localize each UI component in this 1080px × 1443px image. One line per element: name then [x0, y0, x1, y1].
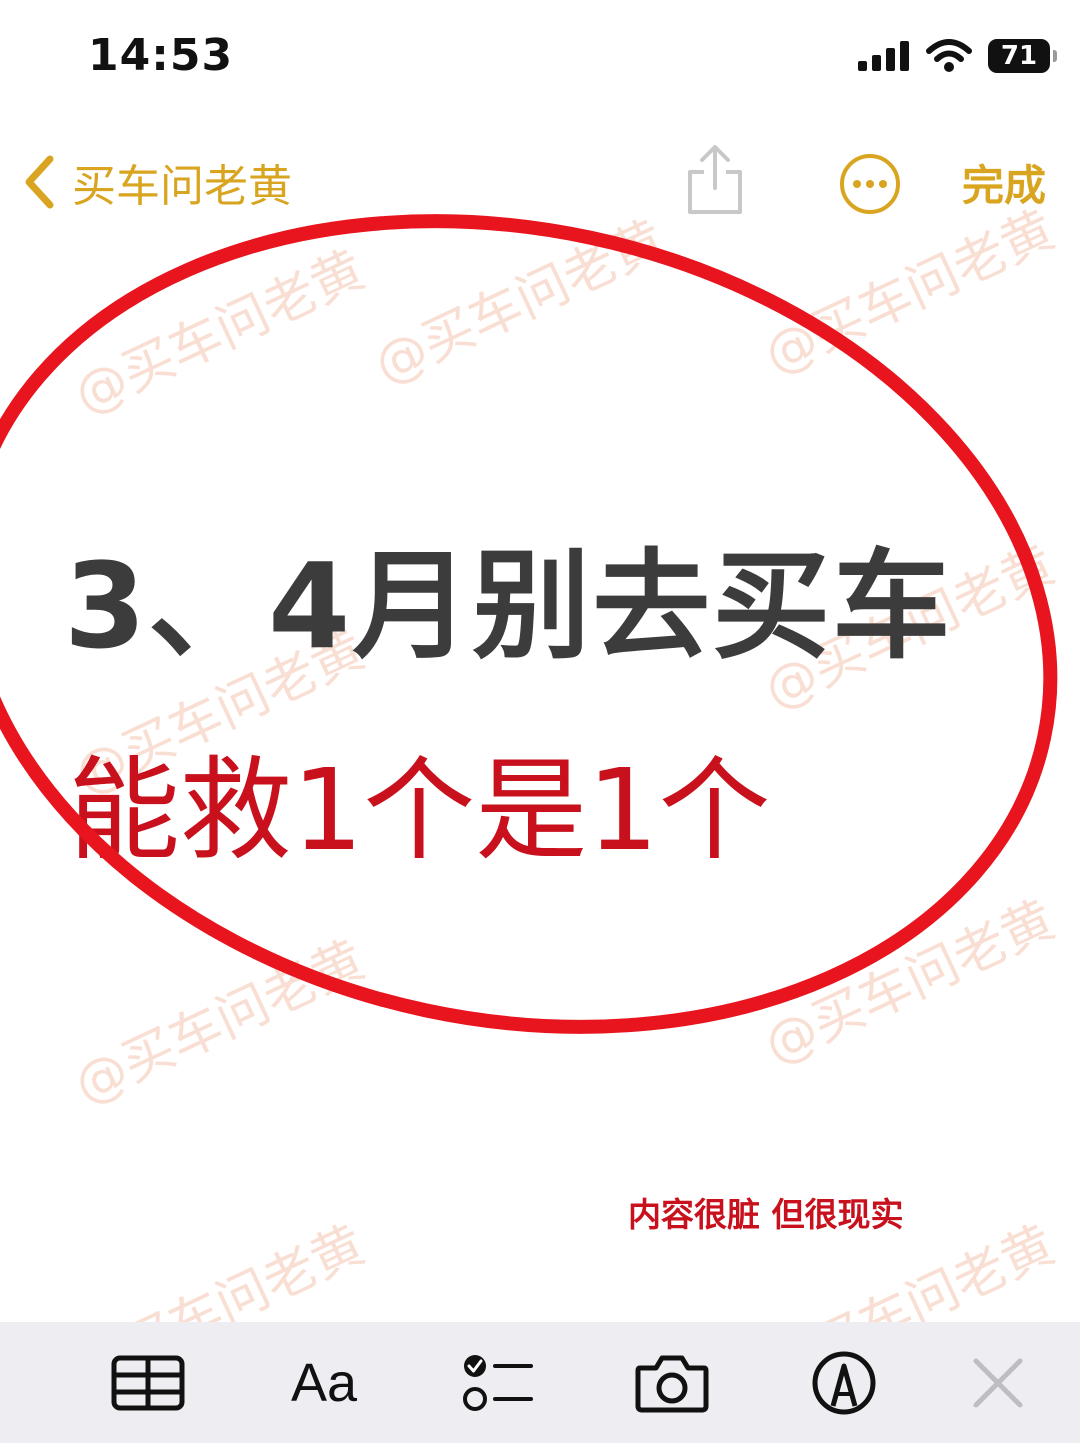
watermark: @买车问老黄	[755, 889, 1064, 1077]
watermark: @买车问老黄	[755, 199, 1064, 387]
status-icons: 71	[858, 36, 1057, 76]
note-caption: 内容很脏 但很现实	[628, 1195, 904, 1234]
watermark: @买车问老黄	[365, 209, 674, 397]
format-text-icon: Aa	[290, 1353, 358, 1413]
back-button[interactable]: 买车问老黄	[22, 150, 292, 214]
watermark: @买车问老黄	[65, 239, 374, 427]
markup-pen-icon	[812, 1351, 876, 1415]
checklist-icon	[463, 1355, 533, 1411]
close-toolbar-button[interactable]	[960, 1350, 1036, 1416]
markup-button[interactable]	[806, 1350, 882, 1416]
watermark: @买车问老黄	[65, 929, 374, 1117]
camera-button[interactable]	[634, 1350, 710, 1416]
battery-indicator: 71	[988, 39, 1057, 73]
notes-screen: @买车问老黄 @买车问老黄 @买车问老黄 @买车问老黄 @买车问老黄 @买车问老…	[0, 0, 1080, 1443]
status-time: 14:53	[88, 30, 234, 81]
share-icon[interactable]	[684, 142, 746, 218]
camera-icon	[635, 1355, 709, 1413]
table-icon	[111, 1355, 185, 1411]
bottom-toolbar: Aa	[0, 1322, 1080, 1443]
done-button[interactable]: 完成	[962, 152, 1046, 213]
chevron-left-icon	[25, 155, 54, 209]
format-button[interactable]: Aa	[286, 1350, 362, 1416]
note-headline: 3、4月别去买车	[64, 537, 953, 675]
more-options-icon[interactable]	[838, 152, 902, 216]
wifi-icon	[926, 39, 972, 72]
back-button-label: 买车问老黄	[72, 161, 292, 212]
checklist-button[interactable]	[460, 1350, 536, 1416]
table-button[interactable]	[110, 1350, 186, 1416]
cellular-signal-icon	[858, 41, 909, 71]
close-icon	[973, 1358, 1023, 1408]
note-subline: 能救1个是1个	[68, 746, 771, 876]
